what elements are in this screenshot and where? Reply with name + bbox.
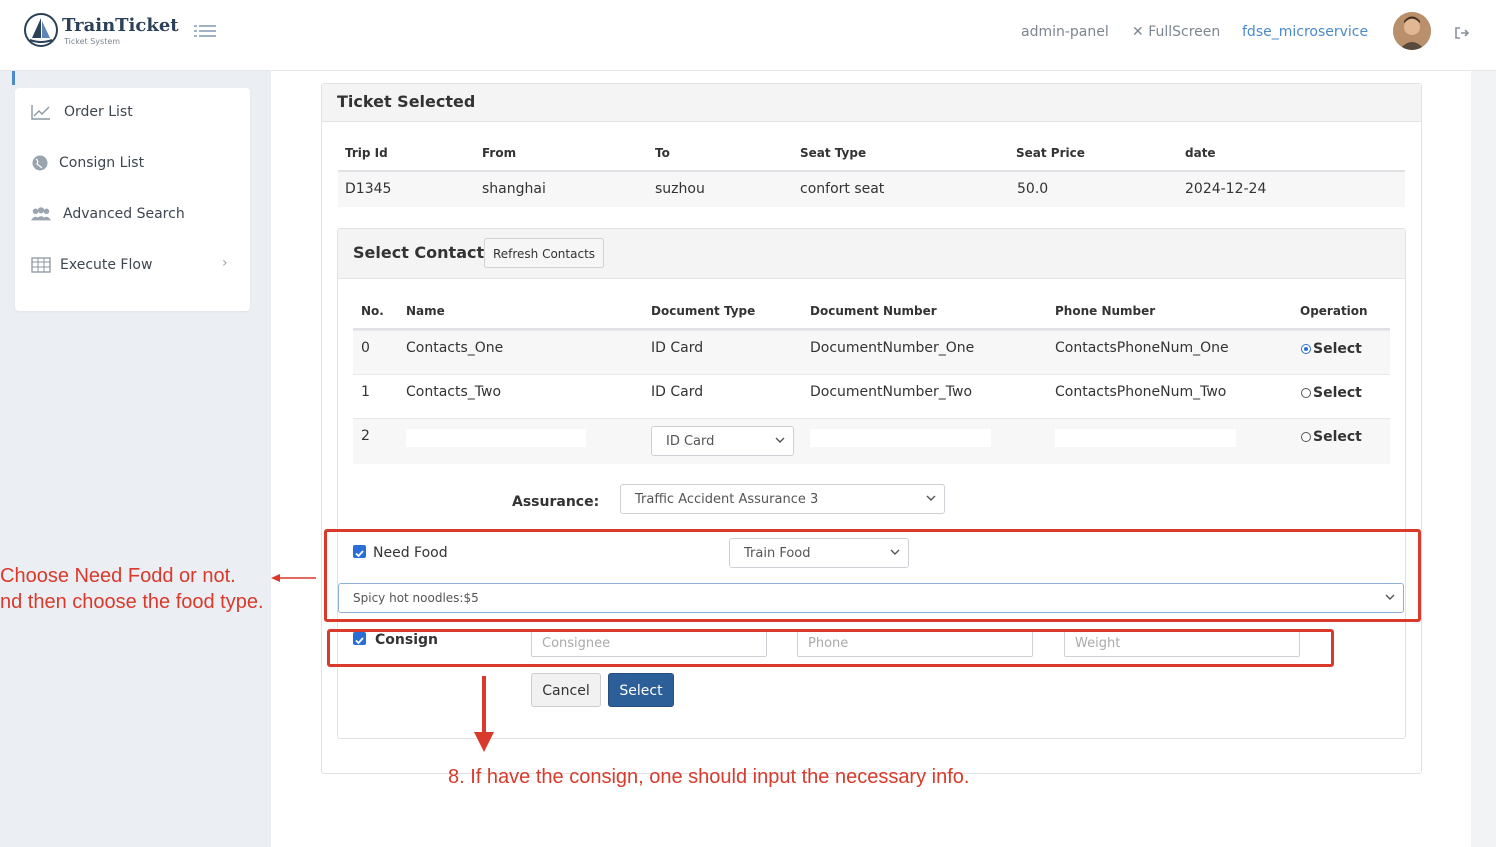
fullscreen-button[interactable]: ✕ FullScreen	[1132, 24, 1220, 40]
column-header: No.	[361, 304, 384, 318]
contact-select-radio[interactable]	[1301, 432, 1311, 442]
line-chart-icon	[31, 105, 50, 120]
sidebar-item-label: Consign List	[59, 155, 145, 171]
project-link[interactable]: fdse_microservice	[1242, 24, 1368, 40]
column-header: Document Type	[651, 304, 756, 318]
annotation-text: nd then choose the food type.	[0, 591, 264, 613]
select-option-label[interactable]: Select	[1313, 385, 1362, 401]
admin-panel-link[interactable]: admin-panel	[1021, 24, 1109, 40]
seat-price-cell: 50.0	[1017, 181, 1049, 197]
assurance-value: Traffic Accident Assurance 3	[635, 492, 819, 507]
sidebar-item-order-list[interactable]: Order List	[15, 88, 250, 138]
document-type: ID Card	[651, 340, 704, 356]
consign-highlight-box	[327, 629, 1334, 667]
contact-name: Contacts_Two	[406, 384, 502, 400]
assurance-select[interactable]: Traffic Accident Assurance 3	[620, 484, 945, 514]
select-option-label[interactable]: Select	[1313, 341, 1362, 357]
annotation-text: Choose Need Fodd or not.	[0, 565, 236, 587]
new-contact-name-input[interactable]	[406, 429, 586, 447]
globe-icon	[32, 155, 48, 171]
row-number: 2	[361, 428, 370, 444]
seat-type-cell: confort seat	[800, 181, 885, 197]
sidebar-item-advanced-search[interactable]: Advanced Search	[15, 190, 250, 240]
column-header: To	[655, 146, 670, 160]
row-number: 1	[361, 384, 370, 400]
sidebar-item-execute-flow[interactable]: Execute Flow ›	[15, 241, 250, 291]
fullscreen-label: FullScreen	[1148, 24, 1221, 40]
scrollbar-track[interactable]	[1471, 71, 1496, 847]
chevron-right-icon: ›	[222, 255, 228, 271]
document-number: DocumentNumber_Two	[810, 384, 973, 400]
user-avatar[interactable]	[1393, 12, 1431, 50]
column-header: Document Number	[810, 304, 937, 318]
column-header: Operation	[1300, 304, 1368, 318]
column-header: Phone Number	[1055, 304, 1156, 318]
arrow-left-icon	[271, 574, 316, 582]
ticket-panel-title: Ticket Selected	[337, 92, 476, 111]
avatar-portrait-icon	[1393, 12, 1431, 50]
column-header: Trip Id	[345, 146, 388, 160]
menu-toggle-icon[interactable]	[194, 23, 216, 41]
column-header: date	[1185, 146, 1216, 160]
chevron-down-icon	[926, 495, 936, 501]
assurance-label: Assurance:	[512, 494, 600, 510]
phone-number: ContactsPhoneNum_One	[1055, 340, 1229, 356]
column-header: Name	[406, 304, 445, 318]
refresh-contacts-button[interactable]: Refresh Contacts	[484, 238, 604, 268]
row-number: 0	[361, 340, 370, 356]
ticket-panel-header	[322, 84, 1421, 122]
sidebar-item-label: Advanced Search	[63, 206, 185, 222]
contact-select-radio[interactable]	[1301, 388, 1311, 398]
select-option-label[interactable]: Select	[1313, 429, 1362, 445]
from-cell: shanghai	[482, 181, 546, 197]
select-button[interactable]: Select	[608, 673, 674, 707]
food-highlight-box	[324, 529, 1421, 622]
to-cell: suzhou	[655, 181, 705, 197]
users-icon	[31, 207, 51, 221]
contact-select-radio[interactable]	[1301, 344, 1311, 354]
trip-id-cell: D1345	[345, 181, 392, 197]
sidebar-item-label: Order List	[64, 104, 133, 120]
annotation-text: 8. If have the consign, one should input…	[448, 766, 970, 788]
brand-subtitle: Ticket System	[64, 37, 121, 46]
sidebar-item-label: Execute Flow	[60, 257, 153, 273]
new-phone-number-input[interactable]	[1055, 429, 1236, 447]
expand-icon: ✕	[1132, 24, 1144, 40]
phone-number: ContactsPhoneNum_Two	[1055, 384, 1227, 400]
document-type-value: ID Card	[666, 434, 715, 449]
brand-name: TrainTicket	[62, 15, 179, 36]
column-header: From	[482, 146, 517, 160]
new-document-number-input[interactable]	[810, 429, 991, 447]
chevron-down-icon	[775, 437, 785, 443]
contacts-panel-title: Select Contacts	[353, 243, 494, 262]
sidebar-item-consign-list[interactable]: Consign List	[15, 139, 250, 189]
document-number: DocumentNumber_One	[810, 340, 975, 356]
column-header: Seat Price	[1016, 146, 1085, 160]
document-type-select[interactable]: ID Card	[651, 426, 794, 456]
logout-icon[interactable]	[1454, 25, 1470, 41]
table-icon	[31, 257, 51, 273]
arrow-down-icon	[474, 676, 494, 752]
date-cell: 2024-12-24	[1185, 181, 1267, 197]
sailboat-logo-icon	[24, 13, 58, 47]
sidebar: Order List Consign List Advanced Search …	[15, 88, 250, 311]
contact-name: Contacts_One	[406, 340, 504, 356]
document-type: ID Card	[651, 384, 704, 400]
column-header: Seat Type	[800, 146, 867, 160]
sidebar-active-indicator	[12, 71, 15, 85]
cancel-button[interactable]: Cancel	[531, 673, 601, 707]
row-divider	[353, 374, 1390, 375]
